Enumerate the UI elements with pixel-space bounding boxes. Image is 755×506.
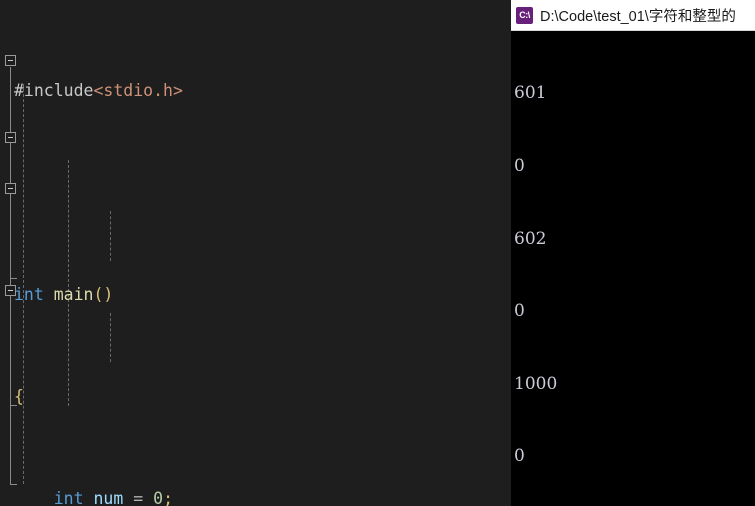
console-output-line: 601	[514, 83, 547, 104]
console-output: 601 0 602 0 1000 0 10000 0 100000 0 1000…	[511, 31, 755, 506]
console-window[interactable]: C:\ D:\Code\test_01\字符和整型的 601 0 602 0 1…	[511, 0, 755, 506]
code-line-3[interactable]: int main()	[0, 282, 511, 308]
code-editor-pane[interactable]: #include<stdio.h> int main() { int num =…	[0, 0, 511, 506]
token-semicolon-1: ;	[163, 488, 173, 506]
token-keyword-int: int	[14, 284, 44, 304]
token-paren-empty: ()	[93, 284, 114, 304]
token-brace-open-main: {	[14, 386, 24, 406]
console-output-line: 602	[514, 228, 547, 249]
token-include-directive: #include	[14, 80, 94, 100]
token-assign: =	[123, 488, 154, 506]
console-title-bar[interactable]: C:\ D:\Code\test_01\字符和整型的	[511, 0, 755, 31]
console-app-icon: C:\	[516, 6, 533, 24]
code-line-4[interactable]: {	[0, 384, 511, 410]
console-output-line: 0	[514, 301, 525, 322]
screen-root: #include<stdio.h> int main() { int num =…	[0, 0, 755, 506]
console-output-line: 0	[514, 446, 525, 467]
token-include-header: <stdio.h>	[93, 80, 183, 100]
console-output-line: 0	[514, 156, 525, 176]
code-line-5[interactable]: int num = 0;	[0, 486, 511, 506]
token-function-main: main	[53, 284, 94, 304]
token-var-num-decl: num	[93, 488, 124, 506]
code-line-1[interactable]: #include<stdio.h>	[0, 78, 511, 104]
console-output-line: 1000	[514, 373, 558, 394]
token-num-zero: 0	[153, 488, 164, 506]
code-line-2[interactable]	[0, 180, 511, 206]
code-text[interactable]: #include<stdio.h> int main() { int num =…	[0, 0, 511, 506]
token-keyword-int-decl: int	[53, 488, 84, 506]
console-title-text: D:\Code\test_01\字符和整型的	[540, 8, 736, 25]
